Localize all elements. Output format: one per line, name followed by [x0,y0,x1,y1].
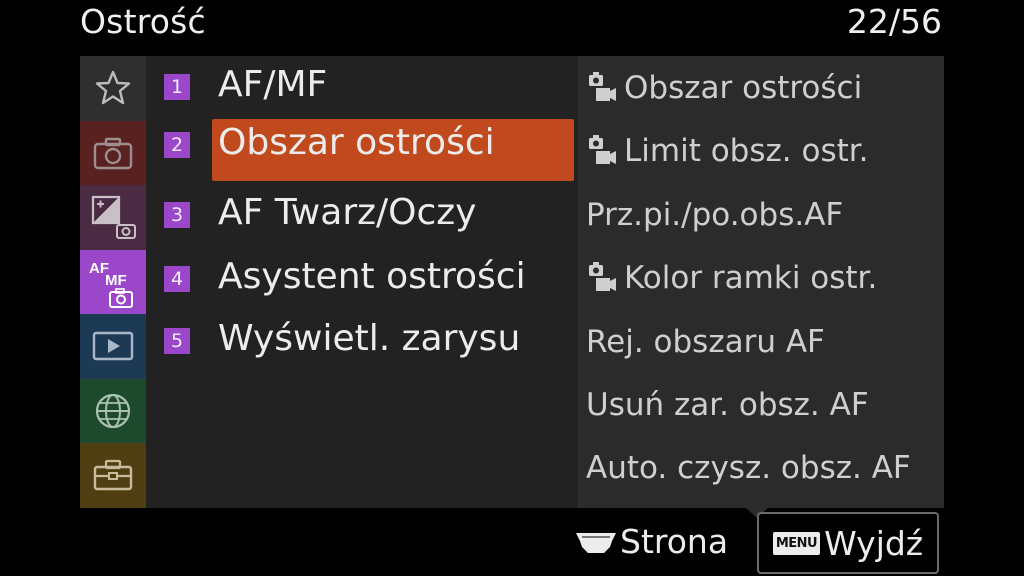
submenu-item[interactable]: Obszar ostrości [586,56,862,120]
dial-wheel-icon [576,532,616,553]
menu-key-icon: MENU [772,531,821,555]
submenu-item-label: Prz.pi./po.obs.AF [586,197,844,233]
menu-item-peaking-display[interactable]: 5 Wyświetl. zarysu [146,310,578,374]
menu-panel: AF MF 1 AF/MF 2 Obszar ostrości 3 AF Twa… [80,56,944,508]
menu-item-label: AF Twarz/Oczy [218,192,477,233]
menu-item-label: Asystent ostrości [218,256,526,297]
item-number: 3 [164,202,190,228]
submenu-item[interactable]: Limit obsz. ostr. [586,119,869,183]
submenu-item[interactable]: Prz.pi./po.obs.AF [586,183,843,247]
submenu-item[interactable]: Rej. obszaru AF [586,310,825,374]
af-mf-icon: AF MF [89,260,133,308]
page-indicator: 22/56 [846,2,942,41]
submenu-item-label: Obszar ostrości [624,70,863,106]
category-tab-shooting[interactable] [80,120,146,185]
camera-icon [93,137,133,169]
category-tab-favorites[interactable] [80,56,146,121]
still-movie-icon [589,262,616,291]
star-icon [95,71,131,105]
menu-item-label: Obszar ostrości [218,122,495,163]
menu-item-label: AF/MF [218,64,328,105]
submenu-item[interactable]: Usuń zar. obsz. AF [586,373,869,437]
submenu-item[interactable]: Auto. czysz. obsz. AF [586,436,911,500]
header-title: Ostrość [80,2,206,41]
menu-list: 1 AF/MF 2 Obszar ostrości 3 AF Twarz/Ocz… [146,56,578,508]
toolbox-icon [93,460,133,491]
item-number: 4 [164,266,190,292]
category-tab-setup[interactable] [80,443,146,508]
exit-label: Wyjdź [824,523,924,563]
menu-item-af-mf[interactable]: 1 AF/MF [146,56,578,120]
submenu-item-label: Auto. czysz. obsz. AF [586,450,911,486]
still-movie-icon [589,135,616,164]
menu-item-label: Wyświetl. zarysu [218,318,521,359]
exposure-camera-icon [91,196,136,240]
submenu-item-label: Rej. obszaru AF [586,324,825,360]
submenu-item-label: Limit obsz. ostr. [624,133,869,169]
category-tab-network[interactable] [80,378,146,443]
item-number: 2 [164,132,190,158]
page-label: Strona [620,522,729,561]
still-movie-icon [589,72,616,101]
globe-icon [95,393,131,428]
submenu-item[interactable]: Kolor ramki ostr. [586,246,877,310]
submenu-item-label: Usuń zar. obsz. AF [586,387,869,423]
menu-item-focus-assist[interactable]: 4 Asystent ostrości [146,248,578,312]
svg-text:MF: MF [105,272,127,289]
item-number: 5 [164,328,190,354]
category-sidebar: AF MF [80,56,146,508]
playback-icon [92,332,134,361]
category-tab-focus[interactable]: AF MF [80,249,146,314]
category-tab-playback[interactable] [80,314,146,379]
exit-button[interactable]: MENU Wyjdź [757,512,939,574]
submenu-preview: Obszar ostrości Limit obsz. ostr. Prz.pi… [580,56,944,508]
submenu-item-label: Kolor ramki ostr. [624,260,878,296]
menu-item-face-eye-af[interactable]: 3 AF Twarz/Oczy [146,184,578,248]
page-control[interactable]: Strona [574,522,728,561]
menu-item-focus-area[interactable]: 2 Obszar ostrości [146,112,578,181]
item-number: 1 [164,74,190,100]
category-tab-exposure[interactable] [80,185,146,250]
